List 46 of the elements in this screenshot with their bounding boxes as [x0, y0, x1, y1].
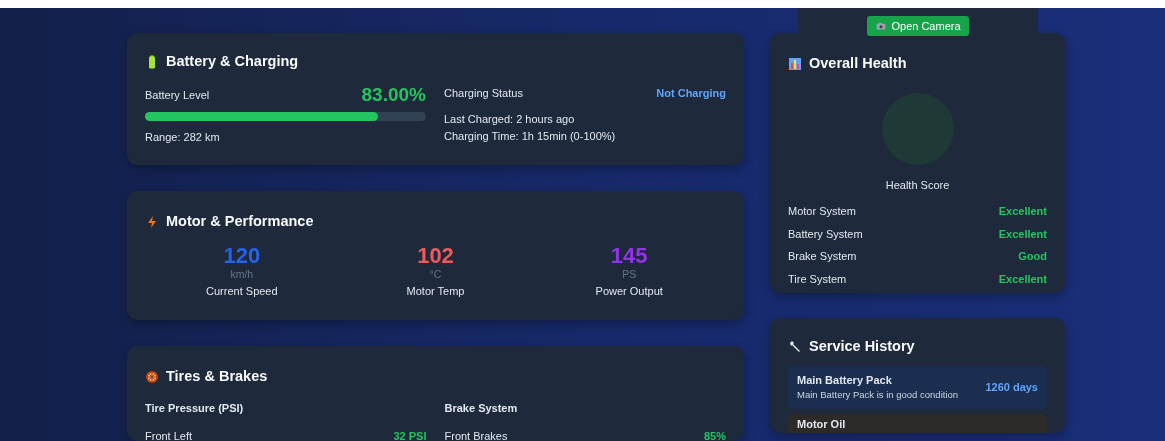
metric-unit: km/h	[229, 266, 255, 282]
health-score-label: Health Score	[884, 177, 951, 193]
metric-label: Power Output	[594, 283, 664, 299]
charging-time-text: Charging Time: 1h 15min (0-100%)	[444, 128, 617, 144]
item-value: 85%	[703, 429, 726, 441]
item-name: Front Brakes	[444, 429, 508, 441]
system-rating: Excellent	[998, 226, 1047, 242]
battery-level-label: Battery Level	[145, 88, 210, 104]
open-camera-button[interactable]: Open Camera	[867, 16, 969, 36]
system-name: Tire System	[788, 271, 847, 287]
system-name: Brake System	[788, 249, 857, 265]
system-rating: Excellent	[998, 204, 1047, 220]
metric-value: 102	[416, 244, 455, 267]
system-rating: Good	[1018, 249, 1047, 265]
panel-title: Overall Health	[809, 54, 907, 73]
metric-value: 145	[609, 244, 649, 267]
item-value: 32 PSI	[393, 429, 427, 441]
metric-value: 120	[222, 244, 262, 267]
range-text: Range: 282 km	[145, 129, 221, 145]
item-name: Front Left	[145, 429, 193, 441]
metric-unit: °C	[428, 266, 443, 282]
panel-title: Motor & Performance	[166, 212, 314, 231]
system-name: Battery System	[788, 226, 863, 242]
system-name: Motor System	[788, 204, 856, 220]
service-days: 1260 days	[985, 378, 1038, 396]
camera-icon	[875, 21, 888, 31]
service-item-subtitle: Main Battery Pack is in good condition	[797, 388, 959, 403]
bar-chart-icon	[788, 56, 802, 71]
battery-percent: 83.00%	[361, 84, 426, 104]
charging-status: Not Charging	[656, 85, 726, 101]
wheel-icon	[145, 369, 159, 384]
last-charged-text: Last Charged: 2 hours ago	[444, 112, 576, 128]
service-item-title: Motor Oil	[797, 416, 846, 432]
panel-title: Battery & Charging	[166, 52, 299, 71]
charging-status-label: Charging Status	[444, 85, 523, 101]
system-rating: Excellent	[998, 271, 1047, 287]
metric-unit: PS	[621, 266, 638, 282]
service-item-title: Main Battery Pack	[797, 372, 893, 388]
metric-label: Current Speed	[205, 283, 279, 299]
lightning-icon	[145, 214, 159, 229]
section-heading: Brake System	[444, 400, 519, 416]
wrench-icon	[788, 339, 802, 354]
panel-title: Tires & Brakes	[166, 367, 268, 386]
panel-title: Service History	[809, 337, 915, 356]
metric-label: Motor Temp	[405, 283, 466, 299]
section-heading: Tire Pressure (PSI)	[145, 400, 245, 416]
